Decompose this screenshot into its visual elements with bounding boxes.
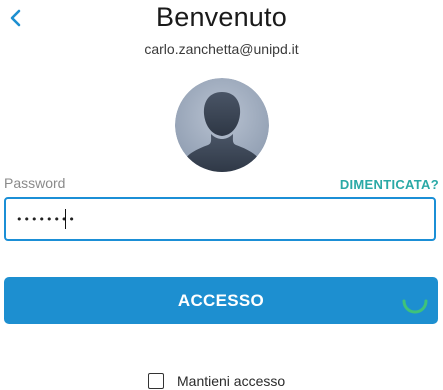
remember-me-option[interactable]: Mantieni accesso xyxy=(148,372,285,390)
text-caret xyxy=(65,209,66,229)
password-label: Password xyxy=(4,175,66,191)
avatar xyxy=(175,78,269,172)
password-field[interactable] xyxy=(4,197,436,241)
password-input[interactable] xyxy=(6,199,416,239)
login-button[interactable]: ACCESSO xyxy=(4,277,438,324)
forgot-password-link[interactable]: DIMENTICATA? xyxy=(340,177,439,192)
remember-me-checkbox[interactable] xyxy=(148,373,164,389)
spinner-icon xyxy=(402,299,428,314)
page-title: Benvenuto xyxy=(156,2,287,32)
login-screen: Benvenuto carlo.zanchetta@unipd.it Passw… xyxy=(0,0,443,390)
user-silhouette-icon xyxy=(175,78,269,172)
remember-me-label: Mantieni accesso xyxy=(177,373,286,389)
account-email: carlo.zanchetta@unipd.it xyxy=(144,41,299,57)
